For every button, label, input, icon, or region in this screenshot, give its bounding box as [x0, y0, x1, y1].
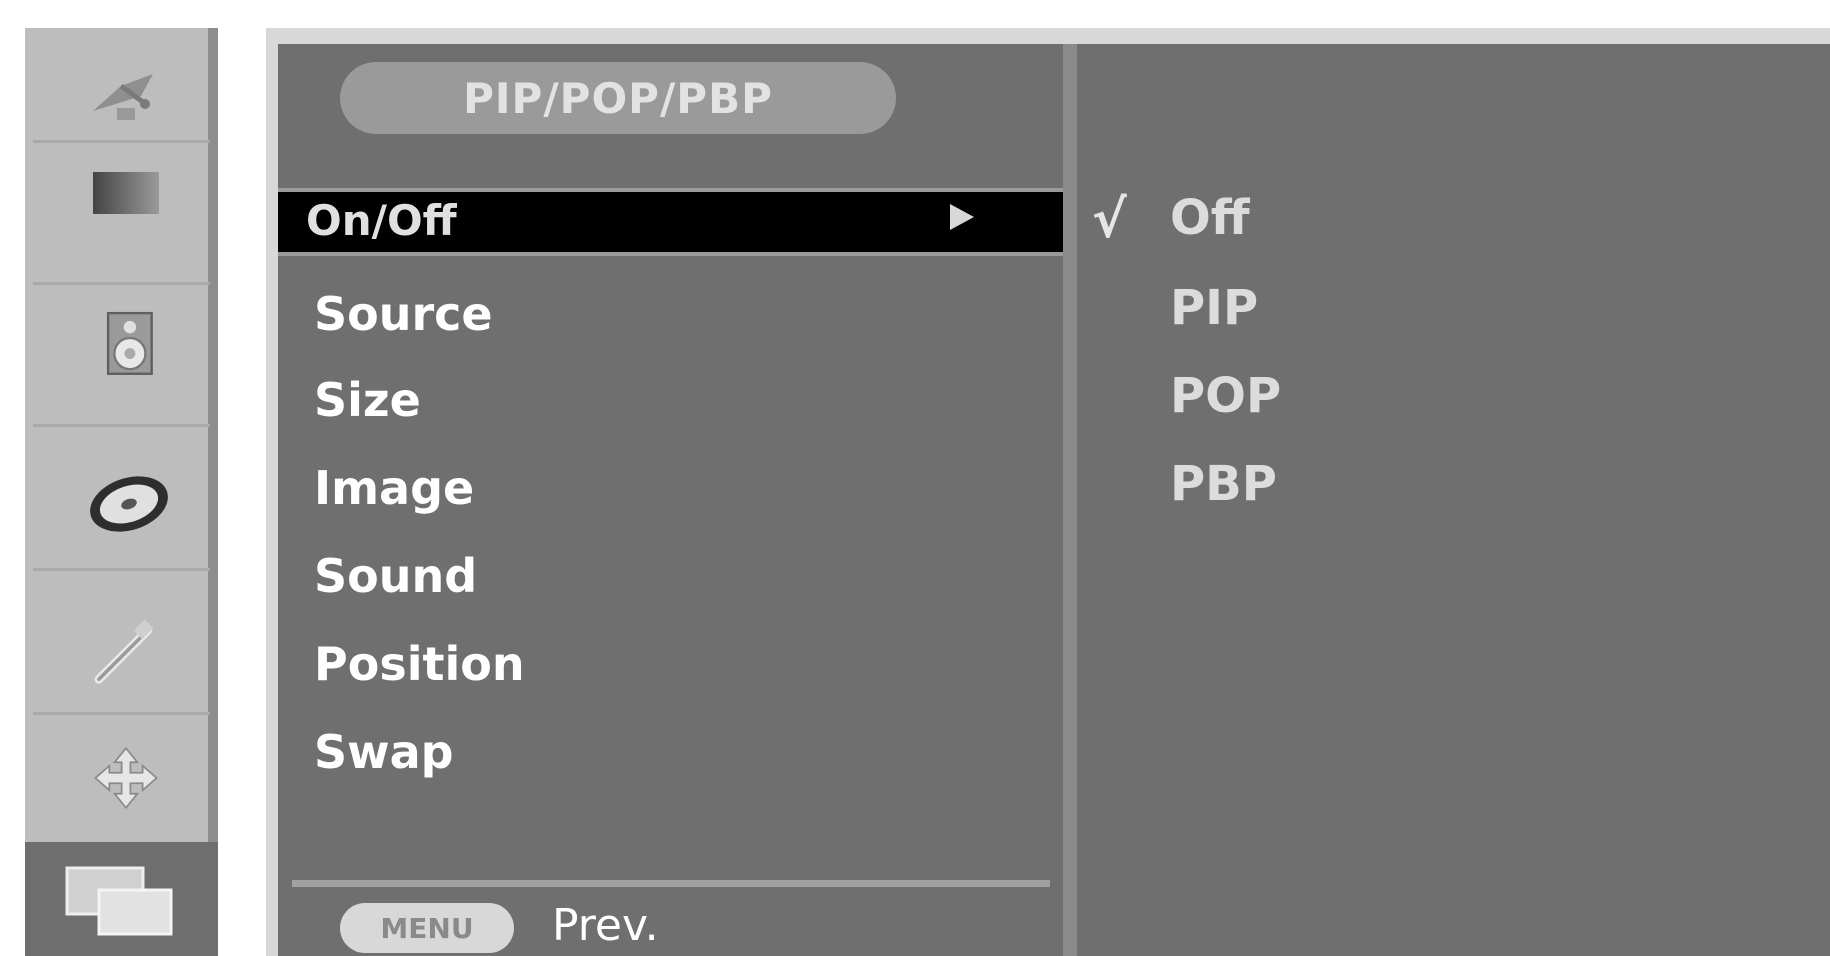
- menu-item-swap[interactable]: Swap: [314, 724, 454, 780]
- rail-separator: [33, 568, 210, 571]
- menu-item-sound[interactable]: Sound: [314, 548, 477, 604]
- rail-separator: [33, 282, 210, 285]
- option-pop[interactable]: POP: [1170, 368, 1281, 424]
- check-mark-icon: √: [1092, 190, 1127, 250]
- menu-item-label: On/Off: [306, 196, 457, 245]
- footer-divider: [292, 880, 1050, 887]
- disc-icon[interactable]: [81, 468, 171, 538]
- option-pip[interactable]: PIP: [1170, 280, 1258, 336]
- arrows-icon[interactable]: [81, 743, 171, 813]
- rail-edge: [208, 28, 218, 842]
- menu-item-size[interactable]: Size: [314, 372, 421, 428]
- option-pbp[interactable]: PBP: [1170, 456, 1277, 512]
- rail-separator: [33, 712, 210, 715]
- picture-icon[interactable]: [81, 158, 171, 228]
- panel-divider: [1063, 44, 1077, 956]
- pip-windows-icon[interactable]: [59, 860, 179, 940]
- prev-label: Prev.: [552, 900, 659, 951]
- menu-item-source[interactable]: Source: [314, 286, 493, 342]
- submenu-arrow-icon: [950, 204, 974, 230]
- menu-item-position[interactable]: Position: [314, 636, 525, 692]
- rail-separator: [33, 424, 210, 427]
- speaker-icon[interactable]: [81, 310, 171, 380]
- menu-key-button[interactable]: MENU: [340, 903, 514, 953]
- menu-title: PIP/POP/PBP: [340, 62, 896, 134]
- menu-item-image[interactable]: Image: [314, 460, 474, 516]
- satellite-dish-icon[interactable]: [81, 56, 171, 126]
- category-rail: [25, 28, 218, 956]
- menu-item-on-off[interactable]: On/Off: [278, 188, 1063, 256]
- option-off[interactable]: Off: [1170, 190, 1250, 246]
- rail-active-highlight: [25, 842, 218, 956]
- tools-icon[interactable]: [81, 618, 171, 688]
- rail-separator: [33, 140, 210, 143]
